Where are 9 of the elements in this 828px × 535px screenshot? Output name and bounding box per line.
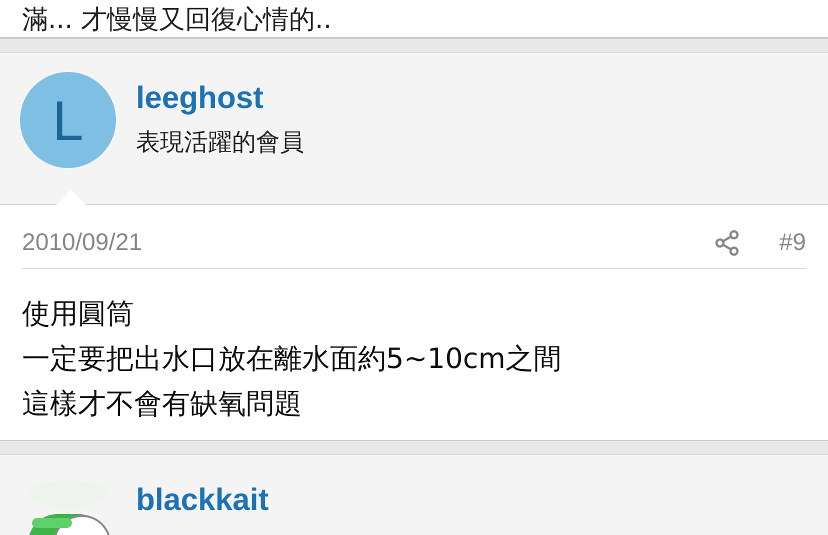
avatar[interactable]: L [20,72,116,168]
username-link[interactable]: blackkait [136,482,269,518]
post-text: 滿... 才慢慢又回復心情的.. [22,4,332,37]
member-title: 表現活躍的會員 [136,127,304,158]
username-link[interactable]: leeghost [136,80,304,116]
share-icon[interactable] [713,228,742,256]
post-number-link[interactable]: #9 [779,228,806,256]
post-text: 使用圓筒 一定要把出水口放在離水面約5~10cm之間 這樣才不會有缺氧問題 [22,296,563,422]
post-date: 2010/09/21 [22,228,144,256]
